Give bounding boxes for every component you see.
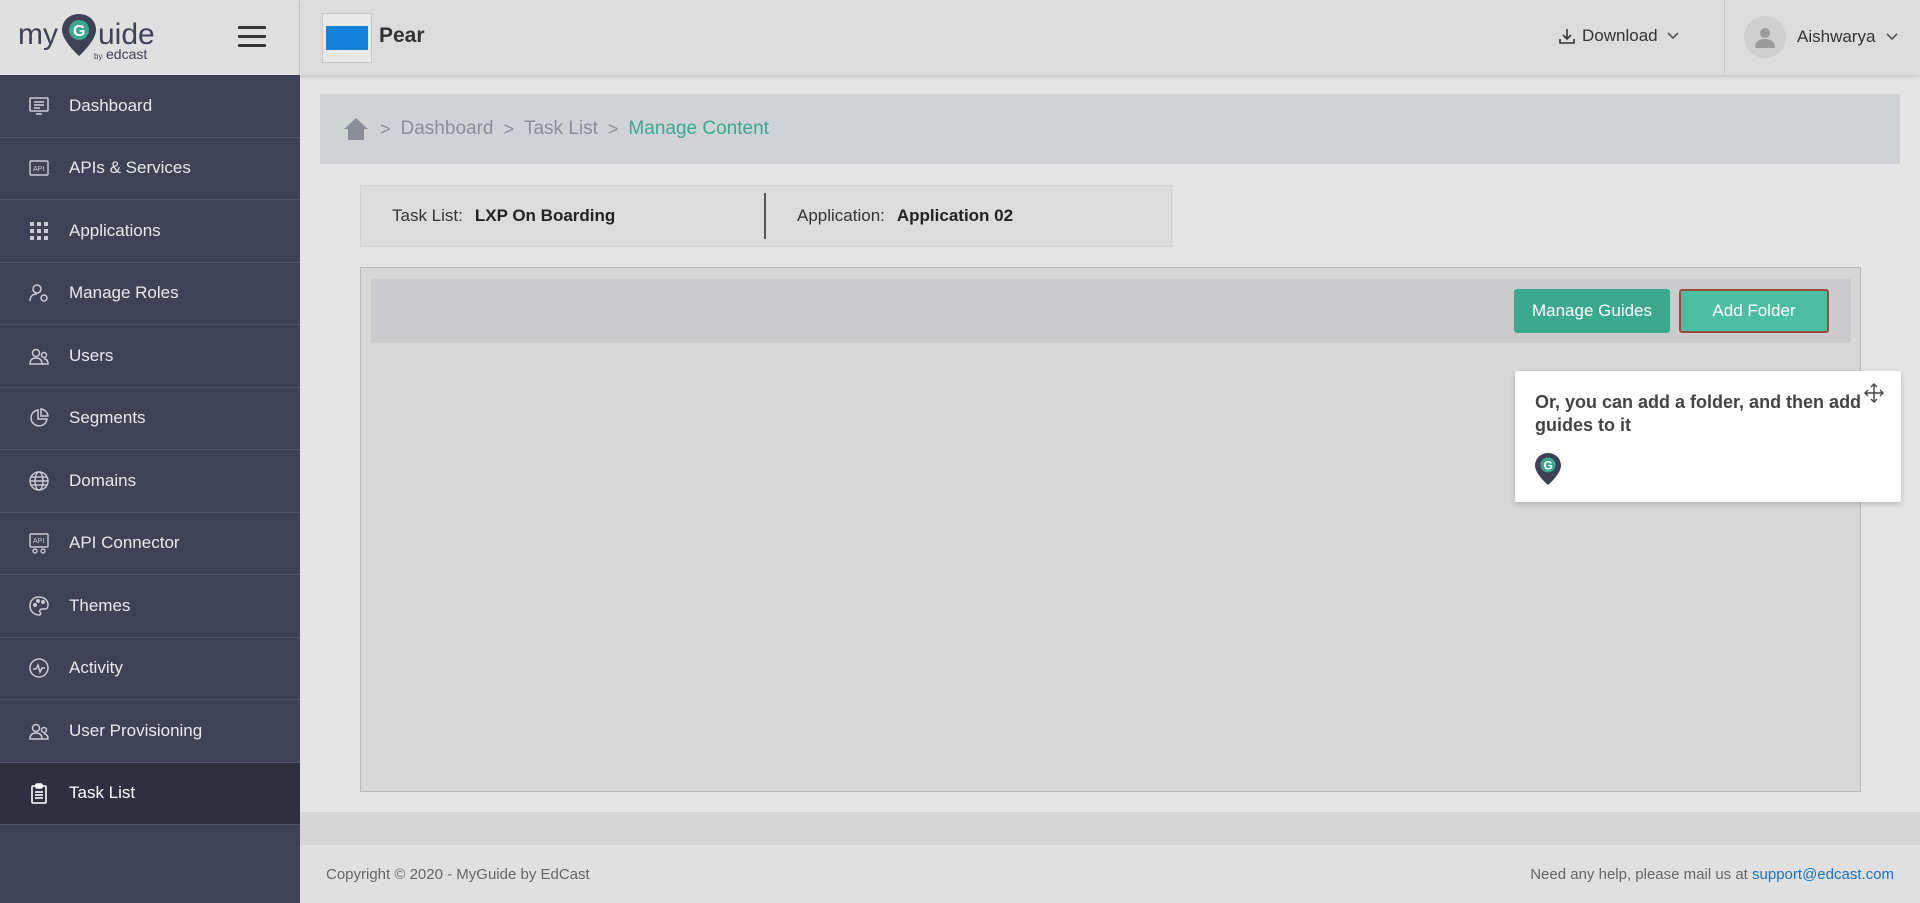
sidebar-item-label: Activity <box>69 658 123 678</box>
breadcrumb-current: Manage Content <box>628 118 769 139</box>
breadcrumb: > Dashboard > Task List > Manage Content <box>320 94 1900 164</box>
sidebar-item-manage-roles[interactable]: Manage Roles <box>0 263 300 325</box>
sidebar-item-label: Themes <box>69 595 131 615</box>
activity-icon <box>28 657 50 679</box>
user-avatar-icon <box>1755 28 1775 48</box>
users-icon <box>28 720 50 742</box>
sidebar-item-task-list[interactable]: Task List <box>0 762 300 825</box>
sidebar-item-activity[interactable]: Activity <box>0 638 300 700</box>
sidebar-item-label: Segments <box>69 408 146 428</box>
pie-chart-icon <box>28 407 50 429</box>
app-color-swatch <box>326 26 368 50</box>
dashboard-icon <box>28 95 50 117</box>
manage-guides-button[interactable]: Manage Guides <box>1514 289 1670 333</box>
breadcrumb-separator: > <box>607 118 619 139</box>
footer-band <box>300 812 1920 845</box>
users-icon <box>28 345 50 367</box>
sidebar-item-api-connector[interactable]: API API Connector <box>0 513 300 575</box>
sidebar-item-label: Applications <box>69 220 161 240</box>
content-panel: Manage Guides Add Folder <box>360 267 1861 792</box>
clipboard-icon <box>28 782 50 805</box>
application-info: Application: Application 02 <box>766 186 1013 246</box>
sidebar-item-label: APIs & Services <box>69 158 191 178</box>
sidebar-item-label: Manage Roles <box>69 283 179 303</box>
breadcrumb-dashboard[interactable]: Dashboard <box>401 118 494 140</box>
breadcrumb-task-list[interactable]: Task List <box>524 118 598 140</box>
sidebar-item-segments[interactable]: Segments <box>0 388 300 450</box>
help-text-container: Need any help, please mail us at support… <box>1530 866 1894 883</box>
sidebar-item-apis-services[interactable]: API APIs & Services <box>0 138 300 200</box>
add-folder-button[interactable]: Add Folder <box>1679 289 1829 333</box>
application-label: Application: <box>797 206 885 225</box>
svg-text:G: G <box>1544 459 1553 473</box>
application-value: Application 02 <box>896 206 1014 225</box>
download-icon <box>1559 29 1575 44</box>
sidebar-item-dashboard[interactable]: Dashboard <box>0 75 300 138</box>
content-toolbar: Manage Guides Add Folder <box>371 279 1851 343</box>
task-info-card: Task List: LXP On Boarding Application: … <box>360 185 1172 247</box>
palette-icon <box>28 595 50 617</box>
breadcrumb-separator: > <box>380 118 391 139</box>
task-list-value: LXP On Boarding <box>474 206 616 225</box>
svg-text:edcast: edcast <box>106 46 147 62</box>
copyright-text: Copyright © 2020 - MyGuide by EdCast <box>326 866 590 883</box>
user-menu[interactable]: Aishwarya <box>1744 16 1899 58</box>
app-badge[interactable] <box>322 13 372 63</box>
chevron-down-icon <box>1886 33 1898 41</box>
user-name: Aishwarya <box>1797 27 1876 46</box>
globe-icon <box>28 470 50 492</box>
sidebar-item-label: Users <box>69 345 114 365</box>
logo-area: my G uide by edcast <box>0 0 300 75</box>
api-icon: API <box>28 157 50 179</box>
chevron-down-icon <box>1667 32 1679 40</box>
svg-text:G: G <box>73 23 85 40</box>
svg-text:API: API <box>33 538 44 545</box>
sidebar-item-users[interactable]: Users <box>0 325 300 388</box>
support-email-link[interactable]: support@edcast.com <box>1752 866 1894 883</box>
sidebar-item-applications[interactable]: Applications <box>0 200 300 263</box>
guide-tooltip: Or, you can add a folder, and then add g… <box>1515 371 1901 502</box>
myguide-logo[interactable]: my G uide by edcast <box>18 12 158 64</box>
task-list-label: Task List: <box>392 206 463 225</box>
download-dropdown[interactable]: Download <box>1558 26 1686 46</box>
sidebar-item-label: Task List <box>69 783 136 803</box>
sidebar: my G uide by edcast Dashboard API APIs &… <box>0 0 300 903</box>
svg-text:my: my <box>18 18 58 51</box>
header-divider <box>1724 0 1725 75</box>
grid-icon <box>28 220 50 242</box>
svg-text:API: API <box>33 166 44 173</box>
sidebar-item-themes[interactable]: Themes <box>0 575 300 638</box>
myguide-pin-icon: G <box>1535 453 1561 485</box>
sidebar-item-label: User Provisioning <box>69 720 203 740</box>
sidebar-menu: Dashboard API APIs & Services Applicatio… <box>0 75 300 825</box>
hamburger-menu-icon[interactable] <box>238 26 266 48</box>
sidebar-item-user-provisioning[interactable]: User Provisioning <box>0 700 300 763</box>
tooltip-text: Or, you can add a folder, and then add g… <box>1535 392 1862 435</box>
sidebar-item-label: API Connector <box>69 533 180 553</box>
sidebar-item-domains[interactable]: Domains <box>0 450 300 513</box>
task-list-info: Task List: LXP On Boarding <box>361 193 766 239</box>
footer: Copyright © 2020 - MyGuide by EdCast Nee… <box>300 845 1920 903</box>
avatar <box>1744 16 1786 58</box>
app-name: Pear <box>379 24 425 47</box>
help-text: Need any help, please mail us at <box>1530 866 1748 883</box>
download-label: Download <box>1582 26 1658 45</box>
breadcrumb-separator: > <box>503 118 514 139</box>
api-connector-icon: API <box>28 532 50 554</box>
home-icon[interactable] <box>342 115 370 143</box>
move-icon[interactable] <box>1863 382 1885 404</box>
top-header: Pear Download Aishwarya <box>300 0 1920 75</box>
svg-text:by: by <box>94 52 102 61</box>
sidebar-item-label: Domains <box>69 470 137 490</box>
user-gear-icon <box>28 282 50 304</box>
sidebar-item-label: Dashboard <box>69 95 153 115</box>
